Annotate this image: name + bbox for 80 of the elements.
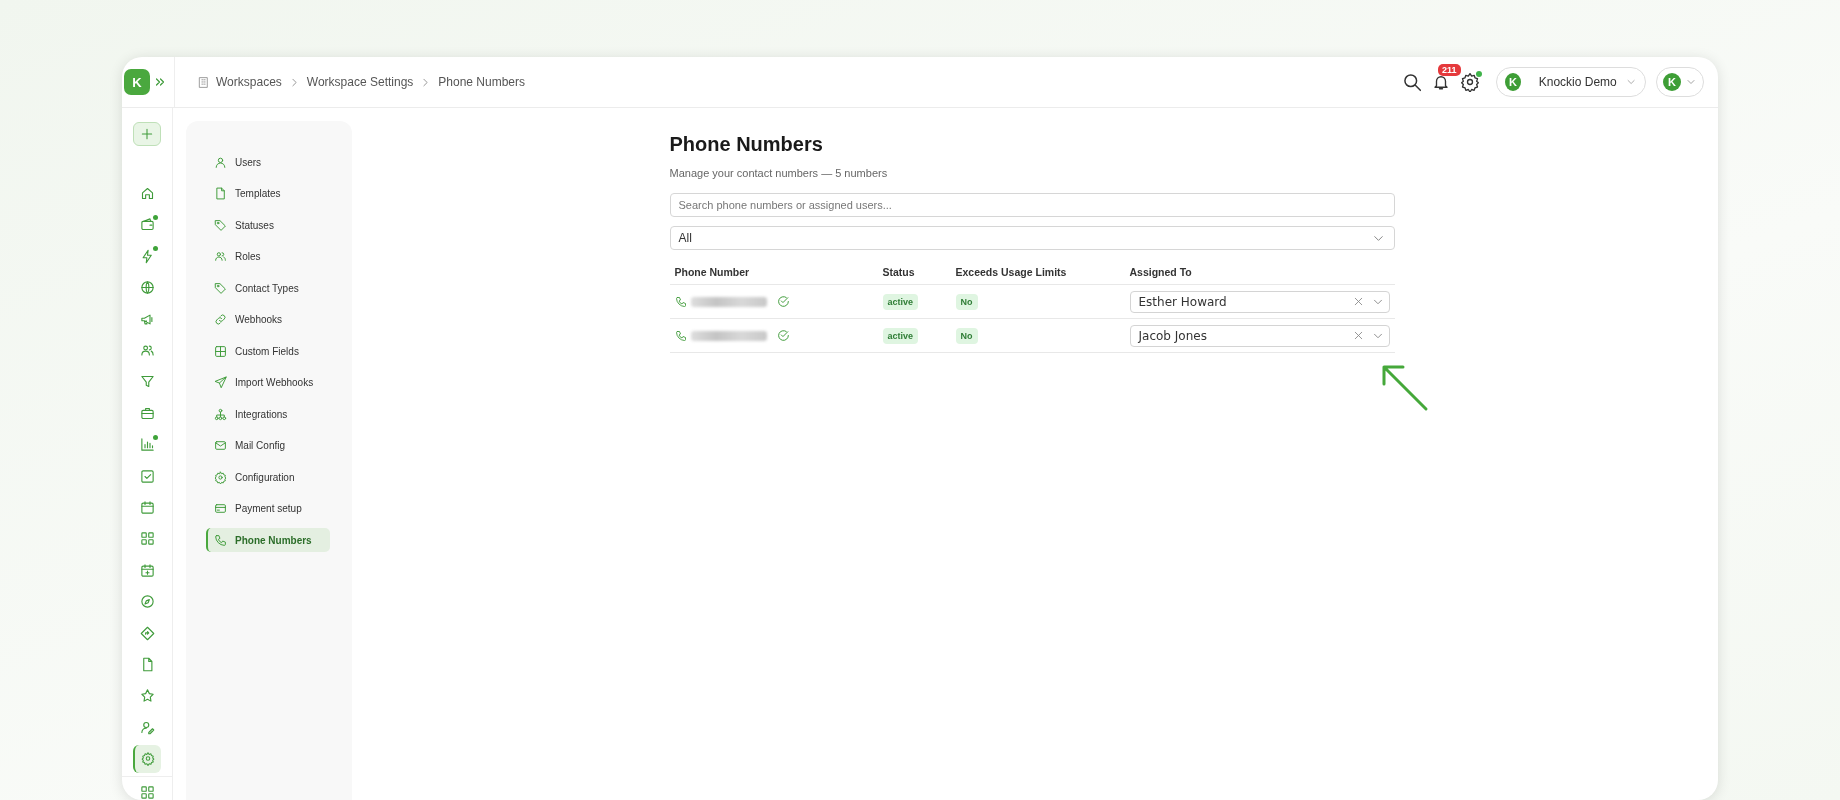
- mail-icon: [214, 439, 227, 452]
- tag-icon: [214, 218, 227, 232]
- home-icon: [139, 186, 155, 202]
- status-badge: active: [882, 293, 919, 310]
- phone-icon: [214, 533, 227, 547]
- notifications-button[interactable]: [1432, 73, 1450, 91]
- workspace-selector[interactable]: K Knockio Demo: [1496, 67, 1646, 97]
- bell-icon: [1432, 73, 1450, 91]
- status-badge: active: [882, 327, 919, 344]
- assignee-dropdown[interactable]: Esther Howard: [1129, 290, 1390, 313]
- search-icon: [1402, 72, 1422, 92]
- annotation-arrow: [1380, 363, 1430, 413]
- person-icon: [214, 155, 227, 169]
- search-field[interactable]: Search phone numbers or assigned users...: [669, 193, 1395, 217]
- funnel-icon: [139, 374, 155, 390]
- workspace-logo: K: [1505, 73, 1521, 91]
- search-button[interactable]: [1402, 72, 1422, 92]
- star-icon: [139, 688, 155, 704]
- status-filter-dropdown[interactable]: All: [669, 226, 1395, 250]
- page-subtitle: Manage your contact numbers — 5 numbers: [669, 167, 889, 179]
- checkbox-icon: [139, 468, 155, 484]
- diamond-arrow-icon: [139, 625, 155, 641]
- compass-icon: [139, 594, 155, 610]
- column-header: Exceeds Usage Limits: [954, 266, 1068, 278]
- settings-icon: [214, 470, 227, 484]
- grid-icon: [139, 785, 155, 800]
- account-avatar: K: [1663, 73, 1681, 91]
- usage-limit-badge: No: [955, 293, 978, 310]
- usage-limit-badge: No: [955, 327, 978, 344]
- credit-card-icon: [214, 502, 227, 515]
- people-icon: [214, 250, 227, 263]
- settings-menu-item[interactable]: Users: [206, 150, 330, 174]
- expand-sidebar-button[interactable]: [154, 76, 166, 88]
- hierarchy-icon: [214, 407, 227, 421]
- settings-icon: [141, 751, 155, 767]
- globe-icon: [139, 280, 155, 296]
- page-title: Phone Numbers: [669, 133, 824, 156]
- breadcrumb-link[interactable]: Workspaces: [216, 75, 282, 89]
- document-icon: [214, 187, 227, 200]
- table-icon: [214, 344, 227, 358]
- settings-menu-item[interactable]: Statuses: [206, 213, 330, 237]
- grid-icon: [139, 531, 155, 547]
- column-header: Phone Number: [673, 266, 751, 278]
- settings-menu-item[interactable]: Mail Config: [206, 433, 330, 458]
- settings-menu-item[interactable]: Phone Numbers: [206, 528, 330, 552]
- paper-plane-icon: [214, 376, 227, 389]
- briefcase-icon: [139, 405, 155, 421]
- breadcrumb-link[interactable]: Phone Numbers: [438, 75, 526, 89]
- settings-menu-item[interactable]: Webhooks: [206, 307, 330, 332]
- phone-icon: [674, 295, 687, 308]
- settings-menu-item[interactable]: Configuration: [206, 465, 330, 489]
- user-pen-icon: [139, 719, 155, 735]
- column-header: Assigned To: [1128, 266, 1193, 278]
- column-header: Status: [881, 266, 916, 278]
- settings-menu-item[interactable]: Import Webhooks: [206, 370, 330, 395]
- settings-menu-item[interactable]: Payment setup: [206, 496, 330, 521]
- workspace-name: Knockio Demo: [1538, 75, 1617, 89]
- breadcrumb-link[interactable]: Workspace Settings: [306, 75, 414, 89]
- assignee-dropdown[interactable]: Jacob Jones: [1129, 324, 1390, 347]
- settings-menu-item[interactable]: Templates: [206, 181, 330, 206]
- settings-menu-item[interactable]: Custom Fields: [206, 339, 330, 363]
- tag-icon: [214, 281, 227, 295]
- settings-menu-item[interactable]: Contact Types: [206, 276, 330, 300]
- settings-button[interactable]: [1460, 72, 1480, 92]
- calendar-icon: [139, 500, 155, 515]
- settings-icon: [1460, 72, 1480, 92]
- settings-menu-item[interactable]: Roles: [206, 244, 330, 269]
- settings-menu-item[interactable]: Integrations: [206, 402, 330, 426]
- building-icon: [197, 75, 210, 89]
- wallet-icon: [139, 217, 155, 233]
- double-chevron-icon: [154, 76, 166, 88]
- bar-chart-icon: [139, 437, 155, 453]
- phone-icon: [674, 329, 687, 342]
- check-circle-icon: [776, 329, 790, 342]
- calendar-plus-icon: [139, 562, 155, 578]
- link-icon: [214, 313, 227, 326]
- check-circle-icon: [776, 295, 790, 308]
- notification-badge: 211: [1438, 64, 1461, 76]
- add-button[interactable]: [133, 122, 161, 146]
- sidebar-nav-button[interactable]: [133, 744, 161, 773]
